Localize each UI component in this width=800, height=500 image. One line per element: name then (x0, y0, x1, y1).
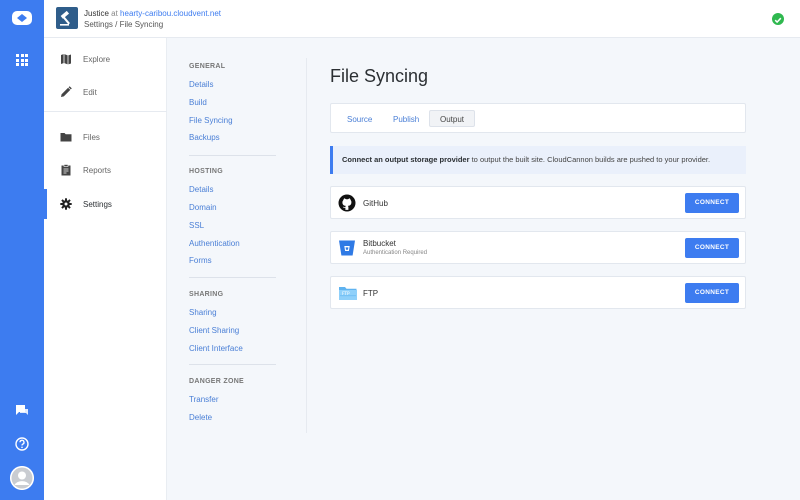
notice-text: to output the built site. CloudCannon bu… (469, 155, 711, 164)
subnav-link-backups[interactable]: Backups (189, 133, 220, 142)
subnav-link-delete[interactable]: Delete (189, 413, 212, 422)
tab-publish[interactable]: Publish (393, 111, 419, 128)
chat-icon[interactable] (15, 404, 29, 417)
nav-item-reports[interactable]: Reports (44, 155, 167, 185)
section-title-sharing: SHARING (189, 291, 224, 298)
pencil-icon (61, 86, 72, 97)
info-notice: Connect an output storage provider to ou… (330, 146, 746, 174)
nav-item-files[interactable]: Files (44, 122, 167, 152)
site-name[interactable]: Justice (84, 9, 109, 18)
column-divider (306, 58, 307, 433)
subnav-link-hosting-details[interactable]: Details (189, 185, 213, 194)
provider-name: Bitbucket (363, 239, 396, 248)
provider-row-ftp: FTP FTP CONNECT (330, 276, 746, 309)
provider-name: FTP (363, 289, 379, 298)
site-thumbnail[interactable] (56, 7, 78, 29)
nav-item-label: Explore (83, 54, 111, 64)
github-icon (338, 194, 356, 212)
subnav-link-client-sharing[interactable]: Client Sharing (189, 326, 239, 335)
site-title: Justice at hearty-caribou.cloudvent.net (84, 9, 221, 18)
top-bar: Justice at hearty-caribou.cloudvent.net … (44, 0, 800, 38)
subnav-link-domain[interactable]: Domain (189, 203, 217, 212)
nav-item-label: Files (83, 132, 100, 142)
section-divider (189, 277, 276, 278)
sync-status-badge[interactable] (772, 13, 784, 25)
help-icon[interactable] (15, 437, 29, 451)
svg-text:FTP: FTP (342, 291, 350, 297)
nav-item-label: Edit (83, 87, 97, 97)
tab-bar: Source Publish Output (330, 103, 746, 133)
clipboard-icon (61, 164, 71, 176)
nav-item-edit[interactable]: Edit (44, 77, 167, 107)
gavel-icon (60, 10, 70, 26)
avatar[interactable] (10, 466, 34, 490)
ftp-folder-icon: FTP (339, 287, 357, 300)
nav-item-settings[interactable]: Settings (44, 189, 167, 219)
app-rail (0, 0, 44, 500)
notice-bold-text: Connect an output storage provider (342, 155, 470, 164)
provider-row-github: GitHub CONNECT (330, 186, 746, 219)
provider-name: GitHub (363, 199, 388, 208)
connect-github-button[interactable]: CONNECT (685, 193, 739, 213)
connect-bitbucket-button[interactable]: CONNECT (685, 238, 739, 258)
main-nav: Explore Edit Files Reports Settings (44, 38, 167, 500)
section-title-general: GENERAL (189, 63, 226, 70)
folder-icon (60, 133, 72, 142)
subnav-link-forms[interactable]: Forms (189, 256, 212, 265)
subnav-link-file-syncing[interactable]: File Syncing (189, 116, 233, 125)
subnav-link-build[interactable]: Build (189, 98, 207, 107)
gear-icon (60, 198, 72, 210)
map-icon (61, 54, 71, 65)
nav-item-explore[interactable]: Explore (44, 44, 167, 74)
subnav-link-client-interface[interactable]: Client Interface (189, 344, 243, 353)
connect-ftp-button[interactable]: CONNECT (685, 283, 739, 303)
section-title-danger-zone: DANGER ZONE (189, 378, 245, 385)
provider-row-bitbucket: Bitbucket Authentication Required CONNEC… (330, 231, 746, 264)
user-icon (10, 466, 34, 490)
section-divider (189, 155, 276, 156)
check-icon (774, 17, 782, 24)
cloudcannon-logo-icon[interactable] (11, 9, 33, 27)
bitbucket-icon (339, 240, 355, 256)
page-title: File Syncing (330, 66, 429, 86)
subnav-link-ssl[interactable]: SSL (189, 221, 204, 230)
subnav-link-authentication[interactable]: Authentication (189, 239, 240, 248)
tab-output[interactable]: Output (429, 110, 476, 127)
nav-item-label: Settings (83, 199, 112, 209)
section-title-hosting: HOSTING (189, 168, 223, 175)
nav-item-label: Reports (83, 165, 112, 175)
site-at: at (111, 9, 118, 18)
subnav-link-details[interactable]: Details (189, 80, 213, 89)
apps-grid-icon[interactable] (16, 54, 28, 66)
breadcrumb: Settings / File Syncing (84, 20, 164, 29)
tab-source[interactable]: Source (347, 111, 372, 128)
nav-divider (44, 111, 167, 112)
subnav-link-transfer[interactable]: Transfer (189, 395, 219, 404)
site-domain-link[interactable]: hearty-caribou.cloudvent.net (120, 9, 221, 18)
section-divider (189, 364, 276, 365)
provider-subtitle: Authentication Required (363, 250, 428, 256)
subnav-link-sharing[interactable]: Sharing (189, 308, 217, 317)
